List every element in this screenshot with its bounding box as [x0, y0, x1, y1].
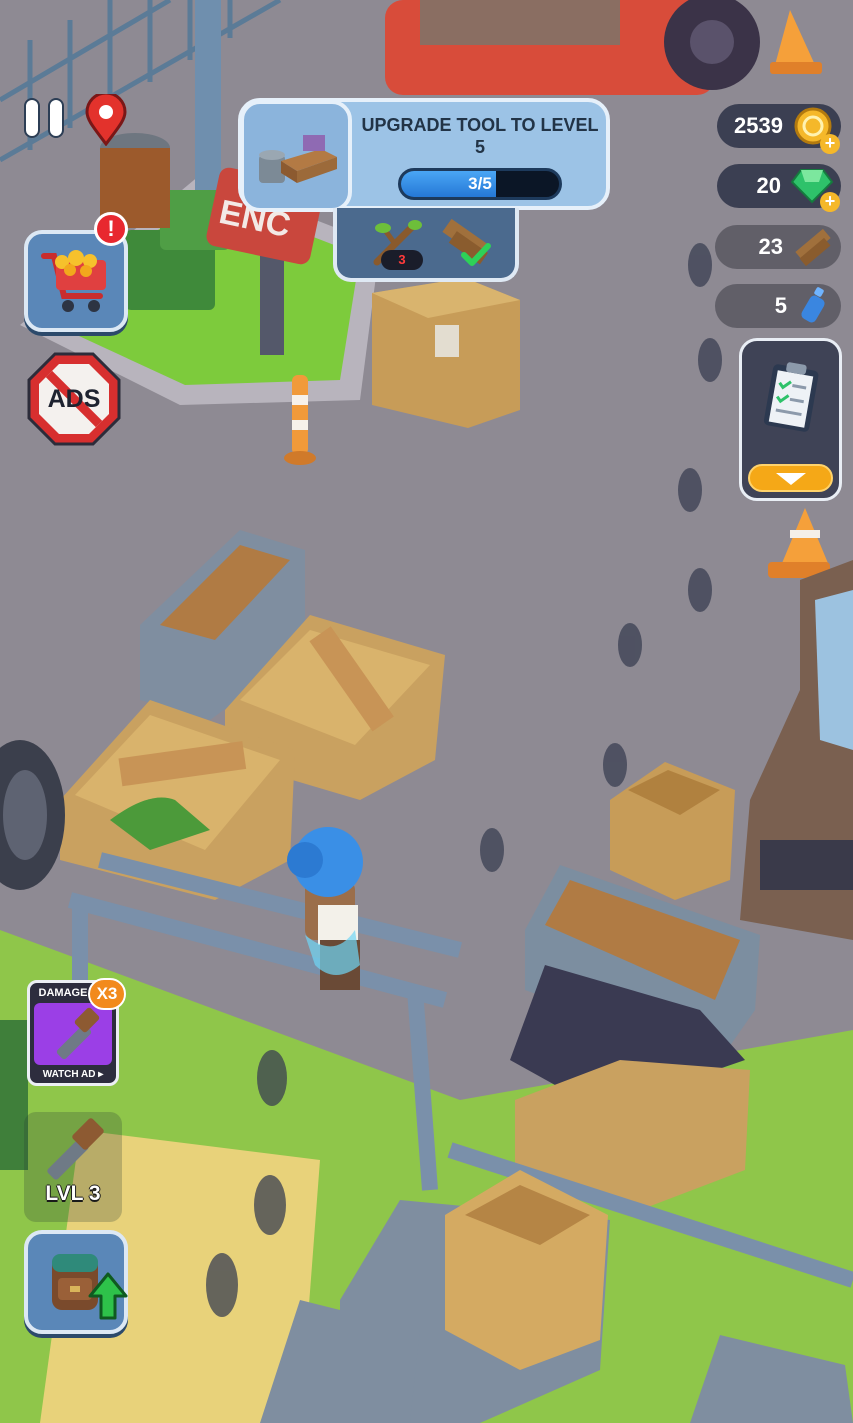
expand-quests-button[interactable] [748, 464, 833, 492]
planks-counter: 23 [715, 225, 841, 269]
add-coins-icon[interactable]: + [820, 134, 840, 154]
watch-ad-label: WATCH AD ▸ [42, 1069, 104, 1080]
map-pin-button[interactable] [84, 91, 128, 147]
water-bottle-icon [801, 287, 825, 323]
water-counter: 5 [715, 284, 841, 328]
location-pin-icon [85, 91, 127, 147]
tool-level-label: LVL 3 [45, 1182, 101, 1205]
no-ads-label: ADS [47, 385, 101, 413]
task-icon-frame [240, 100, 352, 212]
tool-level-indicator[interactable]: LVL 3 [24, 1112, 122, 1222]
tool-icon [47, 1118, 104, 1180]
upgrade-arrow-icon [88, 1272, 128, 1320]
task-progress-text: 3/5 [468, 174, 492, 193]
damage-multiplier-badge: X3 [88, 978, 126, 1010]
pause-button[interactable] [20, 96, 70, 142]
task-title: UPGRADE TOOL TO LEVEL 5 [361, 115, 599, 157]
task-requirements: 3 [333, 208, 519, 282]
checkmark-icon [461, 243, 491, 266]
coins-value: 2539 [734, 113, 783, 138]
quests-button[interactable] [739, 338, 842, 501]
planks-value: 23 [758, 234, 783, 259]
chevron-down-icon [776, 473, 806, 485]
hammer-tool-icon [56, 1007, 100, 1060]
alert-badge: ! [94, 212, 128, 246]
water-value: 5 [774, 293, 787, 318]
pause-icon-bar [48, 98, 64, 138]
requirement-count-badge: 3 [381, 250, 423, 270]
upgrade-task-panel[interactable]: UPGRADE TOOL TO LEVEL 5 3/5 [238, 98, 610, 212]
pause-icon [24, 98, 40, 138]
gems-value: 20 [756, 173, 781, 198]
plank-icon [795, 228, 831, 267]
damage-label: DAMAGE [38, 987, 88, 999]
wooden-crate [372, 278, 520, 428]
task-progress-bar: 3/5 [398, 168, 562, 200]
workbench-icon [259, 135, 337, 183]
shopping-cart-icon [41, 250, 106, 312]
damage-panel [34, 1003, 112, 1065]
red-truck [385, 0, 760, 95]
add-gems-icon[interactable]: + [820, 192, 840, 212]
no-ads-button[interactable]: ADS [27, 352, 121, 446]
clipboard-icon [763, 362, 819, 432]
